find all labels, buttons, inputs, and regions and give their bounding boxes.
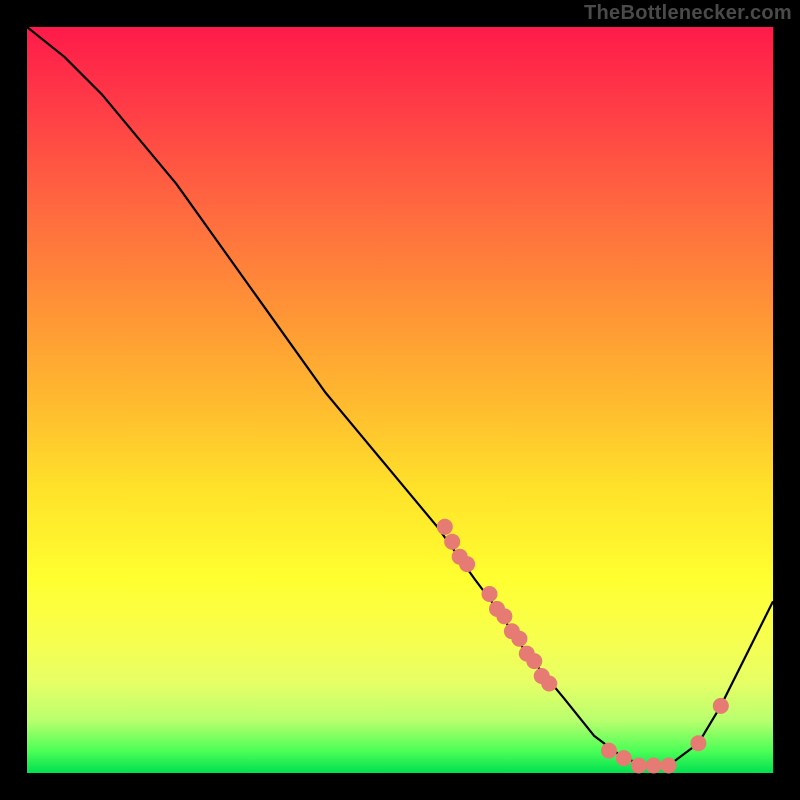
data-point [482, 586, 498, 602]
data-point [541, 676, 557, 692]
data-point [496, 608, 512, 624]
data-point [601, 743, 617, 759]
bottleneck-curve [27, 27, 773, 766]
data-point [646, 758, 662, 774]
data-point [690, 735, 706, 751]
chart-plot-area [27, 27, 773, 773]
data-point [713, 698, 729, 714]
data-point [616, 750, 632, 766]
chart-svg [27, 27, 773, 773]
data-point [444, 534, 460, 550]
chart-stage: TheBottlenecker.com [0, 0, 800, 800]
data-point [631, 758, 647, 774]
data-point [459, 556, 475, 572]
data-point [661, 758, 677, 774]
watermark-text: TheBottlenecker.com [584, 2, 792, 25]
data-points [437, 519, 729, 774]
data-point [511, 631, 527, 647]
data-point [437, 519, 453, 535]
data-point [526, 653, 542, 669]
